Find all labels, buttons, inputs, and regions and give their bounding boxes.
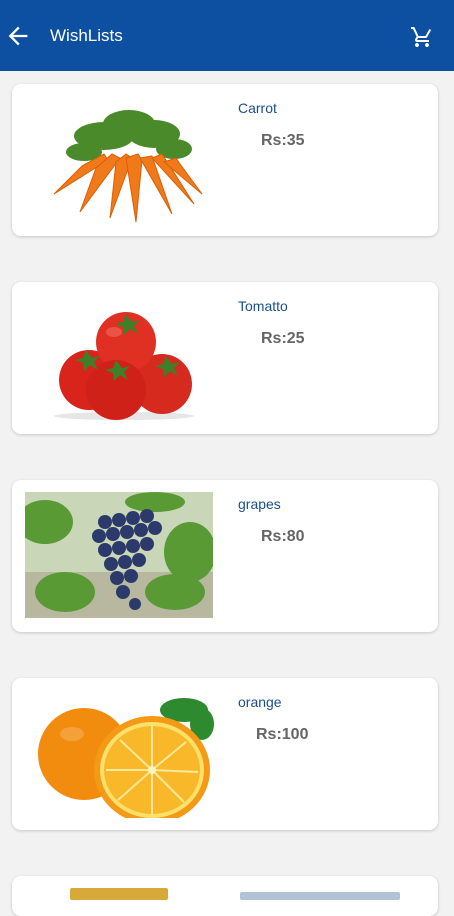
grapes-image (25, 492, 213, 618)
item-price: Rs:25 (261, 330, 305, 347)
product-image (70, 888, 168, 900)
carrot-image (53, 110, 203, 223)
item-price: Rs:100 (256, 726, 309, 743)
wishlist-card[interactable] (12, 876, 438, 916)
item-name: Tomatto (238, 298, 288, 314)
wishlist-card[interactable]: Tomatto Rs:25 (12, 282, 438, 434)
page-title: WishLists (50, 26, 123, 45)
item-name: grapes (238, 496, 281, 512)
item-name: Carrot (238, 100, 277, 116)
orange-image (38, 698, 214, 818)
wishlist-card[interactable]: grapes Rs:80 (12, 480, 438, 632)
shopping-cart-icon[interactable] (410, 25, 434, 49)
wishlist-card[interactable]: Carrot Rs:35 (12, 84, 438, 236)
item-price: Rs:35 (261, 132, 305, 149)
arrow-left-icon[interactable] (4, 22, 32, 50)
wishlist-card[interactable]: orange Rs:100 (12, 678, 438, 830)
item-price: Rs:80 (261, 528, 305, 545)
item-name (240, 892, 400, 900)
app-bar: WishLists (0, 0, 454, 71)
tomato-image (54, 312, 194, 420)
item-name: orange (238, 694, 282, 710)
